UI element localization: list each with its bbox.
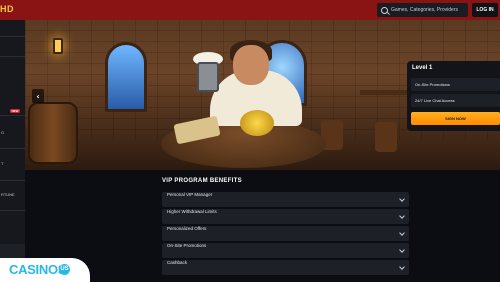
search-box[interactable] — [377, 3, 468, 17]
barrel — [28, 102, 78, 164]
benefit-label: Personalized Offers — [167, 226, 207, 231]
chevron-down-icon — [399, 213, 405, 219]
character-head — [233, 45, 269, 85]
sidebar-item-label[interactable]: G — [1, 130, 4, 135]
top-bar: HD LOG IN — [0, 0, 500, 20]
benefit-accordion[interactable]: Cashback — [162, 260, 409, 275]
benefit-accordion[interactable]: On-Site Promotions — [162, 243, 409, 258]
site-logo[interactable]: HD — [0, 4, 14, 14]
benefit-accordion[interactable]: Personalized Offers — [162, 226, 409, 241]
chevron-down-icon — [399, 264, 405, 270]
sidebar-divider — [0, 115, 25, 116]
sidebar-divider — [0, 180, 25, 181]
sidebar-divider — [0, 36, 25, 37]
casinos-logo: CASINOS — [9, 262, 67, 277]
benefit-label: On-Site Promotions — [167, 243, 207, 248]
search-input[interactable] — [391, 4, 468, 16]
coin-pot — [240, 110, 274, 136]
sidebar-item-label[interactable]: T — [1, 161, 3, 166]
benefit-label: Higher Withdrawal Limits — [167, 209, 217, 214]
new-badge: NEW — [10, 109, 20, 113]
sidebar-divider — [0, 148, 25, 149]
benefits-title: VIP PROGRAM BENEFITS — [162, 178, 242, 184]
sidebar-item-label[interactable]: RTUNE — [1, 192, 15, 197]
sidebar: NEW G T RTUNE — [0, 20, 25, 262]
carousel-prev-button[interactable]: ‹ — [32, 89, 44, 103]
lantern-icon — [53, 38, 63, 54]
search-icon — [381, 6, 388, 14]
sign-now-button[interactable]: SIGN NOW — [411, 112, 500, 125]
chevron-down-icon — [399, 196, 405, 202]
login-button[interactable]: LOG IN — [472, 3, 498, 17]
page: HD LOG IN NEW G T RTUNE ‹ — [0, 0, 500, 282]
sidebar-divider — [0, 210, 25, 211]
level-title: Level 1 — [412, 65, 433, 71]
benefit-label: Cashback — [167, 260, 188, 265]
level-perk: 24/7 Live Chat Access — [411, 94, 500, 107]
sidebar-divider — [0, 56, 25, 57]
casinos-logo-suffix: US — [59, 264, 70, 275]
window-left — [105, 42, 147, 112]
benefit-accordion[interactable]: Higher Withdrawal Limits — [162, 209, 409, 224]
chevron-down-icon — [399, 247, 405, 253]
stool — [375, 122, 397, 152]
sidebar-footer[interactable] — [0, 244, 25, 258]
benefit-accordion[interactable]: Personal VIP Manager — [162, 192, 409, 207]
benefit-label: Personal VIP Manager — [167, 192, 213, 197]
vip-level-card: Level 1 On-Site Promotions 24/7 Live Cha… — [407, 61, 500, 131]
level-perk: On-Site Promotions — [411, 78, 500, 91]
beer-mug — [197, 62, 219, 92]
chevron-down-icon — [399, 230, 405, 236]
